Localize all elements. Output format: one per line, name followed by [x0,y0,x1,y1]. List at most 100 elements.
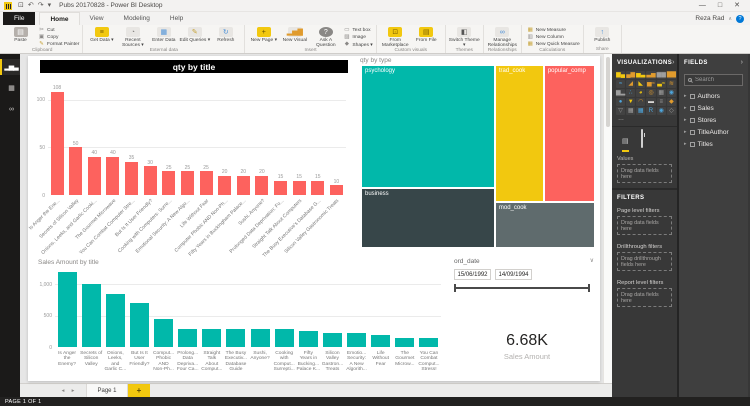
search-input[interactable] [695,77,739,83]
undo-icon[interactable]: ↶ [28,2,34,9]
line-chart-icon[interactable]: ≈ [616,80,626,88]
bar[interactable] [347,333,366,347]
donut-chart-icon[interactable]: ◎ [646,89,656,97]
treemap-icon[interactable]: ▦ [656,89,666,97]
scatter-chart-icon[interactable]: ∴ [626,89,636,97]
fields-search[interactable] [684,74,743,86]
r-script-icon[interactable]: R [646,107,656,115]
checkbox[interactable] [689,117,695,123]
nav-data-view[interactable]: ▦ [0,80,20,96]
bar[interactable] [292,180,306,195]
page-forward-arrow[interactable]: ▸ [68,384,78,397]
expander-icon[interactable]: ▸ [684,117,687,123]
bar[interactable] [125,161,138,195]
tab-format[interactable] [640,129,643,152]
bar[interactable] [274,329,294,347]
bar[interactable] [236,175,250,195]
treemap-tile-mod-cook[interactable]: mod_cook [495,202,594,247]
clustered-column-chart-icon[interactable]: ▃▅ [646,71,656,79]
bar[interactable] [311,180,325,195]
file-tab[interactable]: File [3,12,36,25]
stacked-column-chart-icon[interactable]: ▄▆ [626,71,636,79]
bar[interactable] [218,175,232,195]
nav-report-view[interactable]: ▂▅▃ [0,59,20,75]
treemap-tile-business[interactable]: business [362,188,495,247]
checkbox[interactable] [689,93,695,99]
bar[interactable] [255,175,269,195]
waterfall-chart-icon[interactable]: ▆▂ [616,89,626,97]
bar[interactable] [274,180,287,195]
bar[interactable] [129,302,149,347]
stacked-bar-chart-icon[interactable]: ▆▄ [616,71,626,79]
checkbox[interactable] [689,141,695,147]
nav-model-view[interactable]: ∞ [0,101,20,117]
card-icon[interactable]: ▬ [646,98,656,106]
expander-icon[interactable]: ▸ [684,141,687,147]
filter-dropzone[interactable]: Drag data fields here [617,216,672,235]
report-page[interactable]: qty by title 0 50 100 108 Is Anger the Ene..… [28,56,600,381]
tab-home[interactable]: Home [39,12,80,25]
bar[interactable] [202,329,222,347]
from-file-button[interactable]: ▤ From File [411,25,442,43]
table-icon[interactable]: ▦ [626,107,636,115]
bar[interactable] [199,171,213,195]
field-table-stores[interactable]: ▸ Stores [679,114,748,126]
new-visual-button[interactable]: ▂▅▇ New Visual [279,25,310,43]
bar[interactable] [322,333,342,347]
new-page-button[interactable]: + New Page ▾ [248,25,279,43]
area-chart-icon[interactable]: ◢ [626,80,636,88]
bar[interactable] [50,91,64,195]
bar[interactable] [250,329,270,347]
signed-in-user[interactable]: Reza Rad [695,15,724,22]
bar[interactable] [105,294,125,347]
paste-button[interactable]: ▤ Paste [5,25,36,43]
qty-by-type-treemap[interactable]: psychology business trad_cook popular_comp m… [362,66,594,247]
get-data-button[interactable]: ≡ Get Data ▾ [86,25,117,43]
map-icon[interactable]: ◉ [666,89,677,97]
bar[interactable] [226,329,246,347]
fields-collapse-icon[interactable]: › [741,59,743,66]
bar[interactable] [143,166,157,195]
100-stacked-column-chart-icon[interactable]: ▇▇ [666,71,677,79]
help-icon[interactable]: ? [736,14,744,23]
bar[interactable] [371,335,391,347]
canvas-scrollbar[interactable] [603,54,612,383]
bar[interactable] [329,185,343,195]
new-measure-button[interactable]: ▦ New Measure [527,27,580,34]
pie-chart-icon[interactable]: ◕ [636,89,646,97]
clustered-bar-chart-icon[interactable]: ▅▃ [636,71,646,79]
funnel-icon[interactable]: ▼ [626,98,636,106]
arcgis-map-icon[interactable]: ◉ [656,107,666,115]
slicer-end-date-input[interactable]: 14/09/1994 [495,269,532,280]
qat-customize-caret-icon[interactable]: ▾ [48,2,52,9]
treemap-tile-psychology[interactable]: psychology [362,66,495,188]
multi-row-card-icon[interactable]: ≡ [656,98,666,106]
bar[interactable] [395,337,415,347]
minimize-button[interactable]: — [699,2,706,9]
treemap-tile-trad-cook[interactable]: trad_cook [495,66,544,202]
bar[interactable] [419,338,439,347]
bar[interactable] [298,331,318,347]
bar[interactable] [178,329,198,347]
ask-a-question-button[interactable]: ? Ask A Question [310,25,341,48]
tab-view[interactable]: View [80,12,114,25]
bar[interactable] [81,284,101,347]
100-stacked-bar-chart-icon[interactable]: ▆▆ [656,71,666,79]
expander-icon[interactable]: ▸ [684,105,687,111]
filled-map-icon[interactable]: ● [616,98,626,106]
slicer-start-date-input[interactable]: 15/06/1992 [454,269,491,280]
copy-button[interactable]: ▣ Copy [38,34,79,41]
page-back-arrow[interactable]: ◂ [58,384,68,397]
add-page-button[interactable]: + [128,384,150,397]
bar[interactable] [87,156,101,195]
maximize-button[interactable]: □ [718,2,722,9]
close-button[interactable]: ✕ [734,2,740,9]
publish-button[interactable]: ↑ Publish [587,25,618,43]
expander-icon[interactable]: ▸ [684,93,687,99]
image-button[interactable]: ▨ Image [343,34,372,41]
line-clustered-column-chart-icon[interactable]: ▃≈ [656,80,666,88]
filter-dropzone[interactable]: Drag drillthrough fields here [617,252,672,271]
page-tab[interactable]: Page 1 [86,384,128,397]
line-stacked-column-chart-icon[interactable]: ▅≈ [646,80,656,88]
edit-queries-button[interactable]: ✎ Edit Queries ▾ [179,25,210,43]
